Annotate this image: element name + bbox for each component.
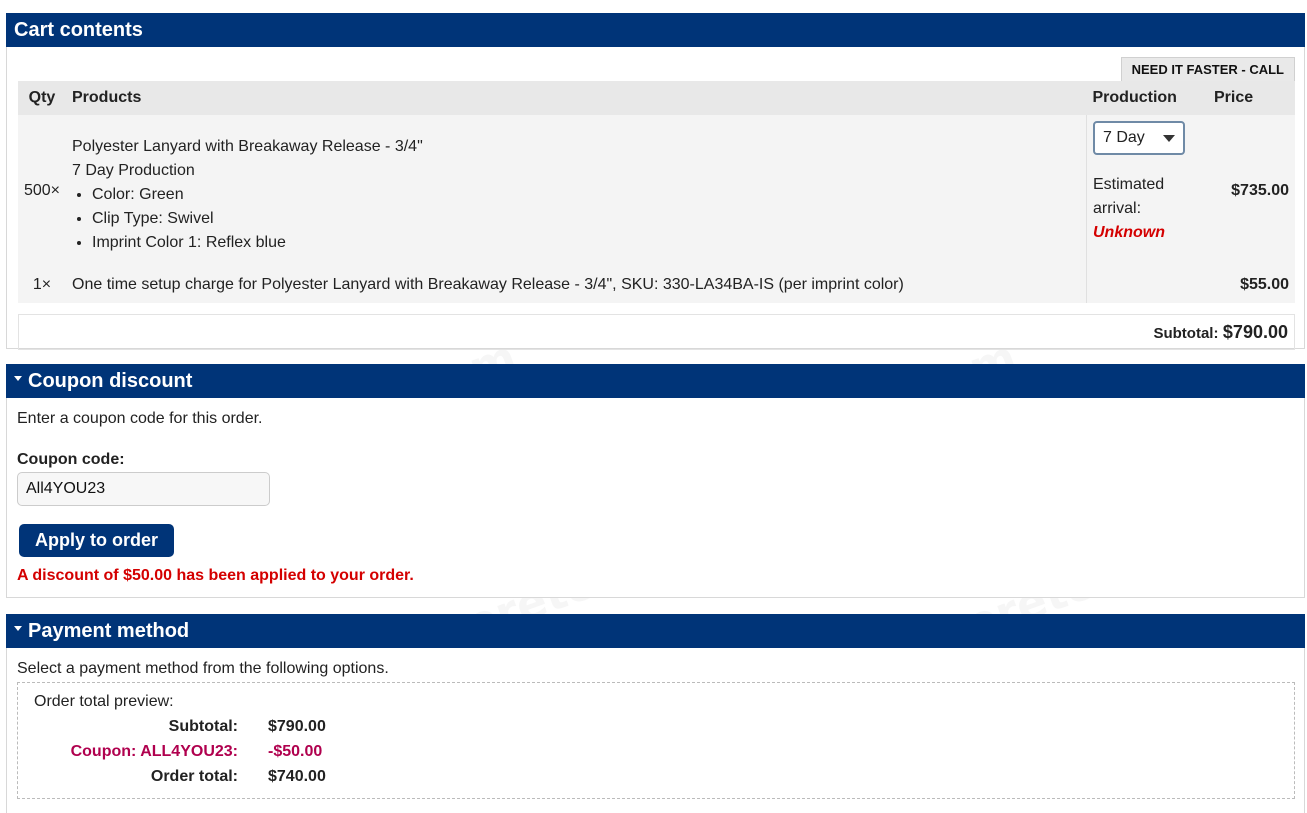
table-row: 500× Polyester Lanyard with Breakaway Re… bbox=[18, 115, 1295, 303]
estimated-value: Unknown bbox=[1093, 224, 1165, 241]
payment-description: Select a payment method from the followi… bbox=[17, 660, 389, 677]
item-option: Clip Type: Swivel bbox=[92, 207, 1085, 231]
item-qty: 500× bbox=[18, 115, 66, 267]
order-total-preview: Order total preview: Subtotal: $790.00 C… bbox=[17, 682, 1295, 799]
table-header-row: Qty Products Production Price bbox=[18, 81, 1295, 115]
collapse-caret-icon bbox=[14, 626, 22, 632]
production-column-header: Production bbox=[1086, 81, 1200, 115]
item-name: One time setup charge for Polyester Lany… bbox=[66, 267, 1087, 303]
item-description: Polyester Lanyard with Breakaway Release… bbox=[66, 115, 1087, 267]
payment-header[interactable]: Payment method bbox=[6, 614, 1305, 648]
item-price: $55.00 bbox=[1200, 267, 1295, 303]
coupon-header[interactable]: Coupon discount bbox=[6, 364, 1305, 398]
item-price: $735.00 bbox=[1200, 115, 1295, 267]
cart-subtotal: Subtotal: $790.00 bbox=[18, 314, 1295, 350]
production-select[interactable]: 7 Day bbox=[1093, 121, 1185, 155]
estimated-arrival: Estimated arrival: Unknown bbox=[1093, 173, 1199, 245]
qty-column-header: Qty bbox=[18, 81, 66, 115]
preview-value: $740.00 bbox=[268, 768, 326, 785]
item-option: Imprint Color 1: Reflex blue bbox=[92, 231, 1085, 255]
subtotal-value: $790.00 bbox=[1222, 322, 1288, 342]
payment-panel: Payment method Select a payment method f… bbox=[6, 614, 1305, 813]
cart-header: Cart contents bbox=[6, 13, 1305, 47]
preview-value: -$50.00 bbox=[268, 743, 323, 760]
payment-title: Payment method bbox=[28, 620, 190, 642]
item-qty: 1× bbox=[18, 267, 66, 303]
estimated-label: Estimated bbox=[1093, 176, 1165, 193]
coupon-applied-message: A discount of $50.00 has been applied to… bbox=[17, 567, 414, 584]
preview-total-row: Order total: $740.00 bbox=[18, 765, 378, 789]
need-it-faster-label: NEED IT FASTER - CALL bbox=[1120, 57, 1295, 82]
products-column-header: Products bbox=[66, 81, 1087, 115]
preview-coupon-row: Coupon: ALL4YOU23: -$50.00 bbox=[18, 740, 378, 764]
price-column-header: Price bbox=[1200, 81, 1295, 115]
coupon-description: Enter a coupon code for this order. bbox=[17, 410, 263, 427]
preview-subtotal-row: Subtotal: $790.00 bbox=[18, 715, 378, 739]
preview-label: Subtotal: bbox=[168, 718, 238, 735]
cart-panel: Cart contents NEED IT FASTER - CALL Qty … bbox=[6, 13, 1305, 350]
preview-label: Order total: bbox=[150, 768, 238, 785]
item-name: Polyester Lanyard with Breakaway Release… bbox=[72, 137, 423, 155]
item-production-line: 7 Day Production bbox=[72, 161, 195, 179]
preview-value: $790.00 bbox=[268, 718, 326, 735]
cart-table: Qty Products Production Price 500× Polye… bbox=[18, 81, 1295, 303]
coupon-code-input[interactable]: All4YOU23 bbox=[17, 472, 270, 506]
coupon-panel: Coupon discount Enter a coupon code for … bbox=[6, 364, 1305, 598]
apply-to-order-button[interactable]: Apply to order bbox=[19, 524, 174, 557]
subtotal-label: Subtotal: bbox=[1153, 325, 1219, 342]
coupon-title: Coupon discount bbox=[28, 370, 193, 392]
production-cell: 7 Day Estimated arrival: Unknown bbox=[1086, 115, 1200, 303]
item-option: Color: Green bbox=[92, 183, 1085, 207]
coupon-field-label: Coupon code: bbox=[17, 451, 125, 468]
dropdown-arrow-icon bbox=[1163, 135, 1175, 142]
preview-label: Coupon: ALL4YOU23: bbox=[70, 743, 238, 760]
item-options: Color: Green Clip Type: Swivel Imprint C… bbox=[72, 183, 1085, 255]
cart-title: Cart contents bbox=[14, 19, 143, 41]
collapse-caret-icon bbox=[14, 376, 22, 382]
preview-title: Order total preview: bbox=[34, 693, 174, 710]
production-select-value: 7 Day bbox=[1103, 129, 1145, 146]
estimated-label-2: arrival: bbox=[1093, 200, 1142, 217]
